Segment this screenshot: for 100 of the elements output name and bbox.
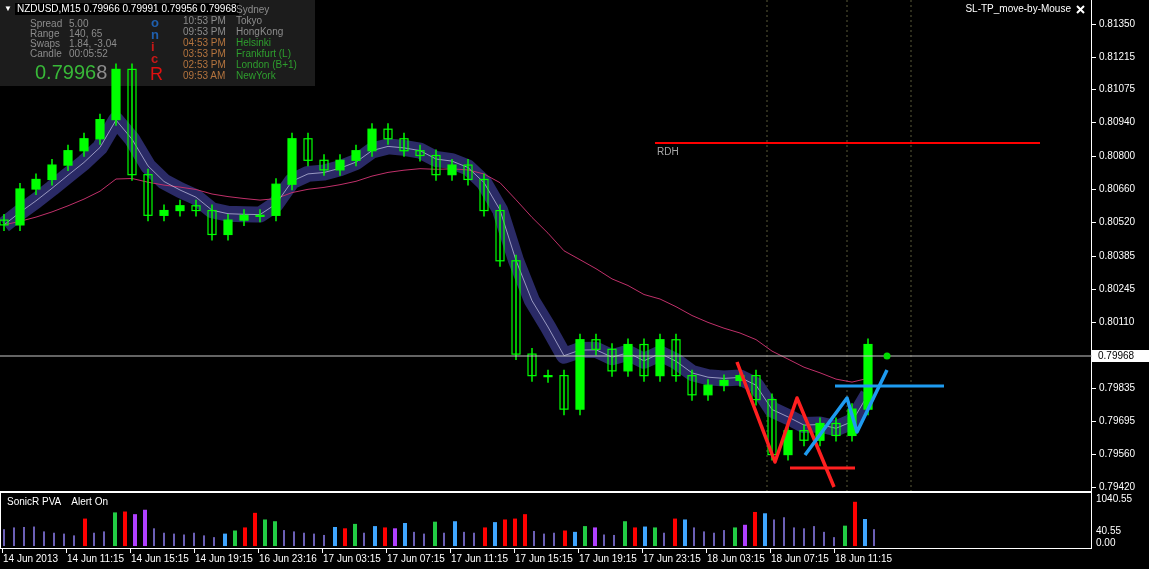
- volume-bar: [143, 509, 147, 546]
- candlestick: [687, 368, 697, 402]
- volume-bar: [753, 511, 757, 546]
- candlestick: [751, 368, 761, 407]
- indicator-name: SonicR PVA: [7, 496, 62, 508]
- close-icon[interactable]: [1076, 4, 1085, 14]
- axis-label: 17 Jun 11:15: [451, 553, 509, 565]
- candlestick: [367, 122, 377, 158]
- axis-label: 18 Jun 07:15: [771, 553, 829, 565]
- axis-label: 0.79695: [1099, 415, 1136, 427]
- candlestick: [31, 172, 41, 196]
- volume-bar: [273, 521, 277, 546]
- axis-label: 17 Jun 07:15: [387, 553, 445, 565]
- logo-letter: i: [151, 41, 155, 53]
- axis-label: 18 Jun 03:15: [707, 553, 765, 565]
- axis-label: 40.55: [1096, 525, 1122, 536]
- volume-bar: [343, 528, 347, 546]
- session-city: Sydney: [236, 4, 270, 15]
- candlestick: [703, 378, 713, 402]
- candlestick: [0, 213, 9, 232]
- line-label: RDH: [657, 146, 679, 157]
- volume-bar: [593, 527, 597, 546]
- candlestick: [559, 368, 569, 416]
- price-digit: 8: [96, 61, 108, 83]
- volume-bar: [453, 521, 457, 546]
- candlestick: [431, 148, 441, 182]
- session-city: HongKong: [236, 26, 284, 37]
- stat-value: 140, 65: [69, 28, 103, 39]
- volume-bar: [643, 526, 647, 546]
- candlestick: [303, 132, 313, 168]
- axis-label: 16 Jun 23:16: [259, 553, 317, 565]
- stat-label: Swaps: [30, 38, 60, 49]
- volume-bar: [853, 501, 857, 546]
- logo-letter: n: [151, 29, 159, 41]
- candlestick: [415, 144, 425, 163]
- session-city: London (B+1): [236, 59, 297, 70]
- candlestick: [191, 199, 201, 218]
- candlestick: [815, 416, 825, 447]
- volume-bar: [633, 527, 637, 546]
- axis-label: 0.80245: [1099, 283, 1136, 295]
- session-time: 04:53 PM: [183, 37, 226, 48]
- volume-bar: [763, 513, 767, 546]
- volume-bar: [263, 519, 267, 546]
- volume-bar: [583, 526, 587, 546]
- price-value: 0.7996: [35, 61, 97, 83]
- axis-label: 14 Jun 15:15: [131, 553, 189, 565]
- alert-status: Alert On: [71, 496, 108, 508]
- axis-label: 18 Jun 11:15: [835, 553, 893, 565]
- volume-bar: [403, 523, 407, 546]
- stat-value: 5.00: [69, 18, 89, 29]
- candlestick: [527, 347, 537, 383]
- candlestick: [223, 213, 233, 242]
- stat-value: 00:05:52: [69, 48, 108, 59]
- candlestick: [383, 122, 393, 146]
- axis-label: 0.80385: [1099, 250, 1136, 262]
- volume-bar: [743, 524, 747, 546]
- candlestick: [591, 333, 601, 357]
- session-time: 10:53 PM: [183, 15, 226, 26]
- axis-label: 0.00: [1096, 537, 1116, 548]
- candlestick: [287, 132, 297, 191]
- volume-bar: [353, 523, 357, 546]
- session-time: 03:53 PM: [183, 48, 226, 59]
- axis-label: 0.80110: [1099, 316, 1135, 328]
- volume-bar: [333, 527, 337, 546]
- volume-bar: [653, 527, 657, 546]
- volume-bar: [493, 522, 497, 546]
- axis-label: 0.81215: [1099, 51, 1136, 63]
- session-city: Tokyo: [236, 15, 263, 26]
- axis-label: 14 Jun 11:15: [67, 553, 125, 565]
- candlestick: [175, 199, 185, 218]
- axis-label: 0.80800: [1099, 150, 1136, 162]
- candlestick: [479, 172, 489, 218]
- candlestick: [399, 132, 409, 158]
- axis-label: 0.80660: [1099, 183, 1136, 195]
- axis-label: 0.81075: [1099, 83, 1136, 95]
- stat-label: Spread: [30, 18, 63, 29]
- candlestick: [447, 158, 457, 182]
- candlestick: [607, 342, 617, 378]
- session-city: Helsinki: [236, 37, 271, 48]
- stat-value: 1.84, -3.04: [69, 38, 117, 49]
- volume-bar: [83, 518, 87, 546]
- volume-bar: [623, 521, 627, 546]
- axis-label: 17 Jun 19:15: [579, 553, 637, 565]
- candlestick: [543, 368, 553, 384]
- axis-label: 14 Jun 2013: [3, 553, 59, 565]
- volume-bar: [133, 514, 137, 546]
- expert-name: SL-TP_move-by-Mouse: [965, 3, 1071, 15]
- candlestick: [63, 144, 73, 172]
- candlestick: [495, 203, 505, 268]
- dot-marker: [883, 352, 891, 360]
- volume-bar: [113, 512, 117, 546]
- dropdown-toggle[interactable]: ▼: [4, 5, 12, 13]
- candlestick: [15, 182, 25, 232]
- volume-bar: [513, 518, 517, 546]
- volume-bar: [683, 519, 687, 546]
- candlestick: [239, 208, 249, 227]
- candlestick: [255, 208, 265, 224]
- volume-bar: [573, 531, 577, 546]
- volume-bar: [233, 530, 237, 546]
- candlestick: [351, 144, 361, 168]
